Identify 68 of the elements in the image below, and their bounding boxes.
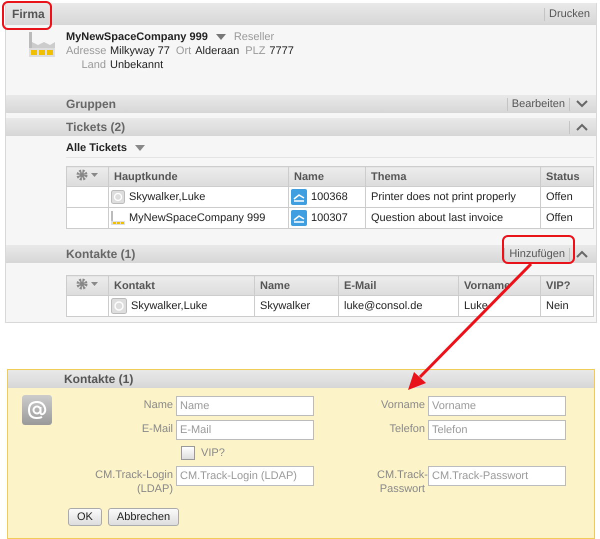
field-label: PLZ — [245, 44, 266, 58]
column-header[interactable]: Name — [288, 166, 366, 186]
field-value: 7777 — [269, 44, 294, 58]
company-name: MyNewSpaceCompany 999 — [66, 30, 208, 44]
expand-icon[interactable] — [576, 100, 588, 108]
field-label: CM.Track-Passwort — [376, 468, 425, 496]
table-cell: Skywalker — [254, 296, 338, 316]
field-value: Unbekannt — [110, 58, 164, 72]
contact-icon — [111, 298, 127, 314]
checkbox-label: VIP? — [201, 446, 225, 460]
at-sign-icon — [22, 395, 52, 425]
highlight-frame — [2, 1, 52, 30]
cancel-button[interactable]: Abbrechen — [108, 508, 180, 526]
input-field[interactable]: CM.Track-Login (LDAP) — [176, 466, 314, 486]
caret-icon[interactable] — [134, 145, 145, 151]
edit-link[interactable]: Bearbeiten — [512, 98, 565, 110]
settings-icon[interactable] — [76, 278, 100, 290]
factory-icon — [28, 32, 56, 58]
column-header[interactable]: Kontakt — [108, 276, 254, 296]
field-label: Telefon — [388, 422, 425, 436]
table-cell: Offen — [540, 186, 594, 208]
field-label: Adresse — [66, 44, 106, 58]
table-cell: Offen — [540, 208, 594, 228]
field-value: Alderaan — [195, 44, 240, 58]
company-type: Reseller — [234, 30, 274, 44]
print-link[interactable]: Drucken — [549, 8, 590, 20]
field-label: CM.Track-Login (LDAP) — [94, 468, 173, 496]
section-title: Firma — [12, 7, 45, 21]
field-label: Vorname — [380, 398, 425, 412]
section-title: Kontakte (1) — [64, 372, 134, 386]
column-header[interactable]: VIP? — [540, 276, 594, 296]
column-header[interactable]: Hauptkunde — [108, 166, 288, 186]
ticket-icon — [291, 210, 307, 226]
collapse-icon[interactable] — [576, 250, 588, 258]
input-field[interactable]: E-Mail — [176, 420, 314, 440]
column-header[interactable]: E-Mail — [338, 276, 458, 296]
field-label: Ort — [176, 44, 192, 58]
settings-icon[interactable] — [76, 169, 100, 181]
field-value: Milkyway 77 — [110, 44, 170, 58]
column-header[interactable]: Status — [540, 166, 594, 186]
table-cell: Luke — [458, 296, 540, 316]
field-label: Name — [142, 398, 173, 412]
table-cell: Question about last invoice — [366, 208, 540, 228]
column-header[interactable]: Name — [254, 276, 338, 296]
field-label: Land — [80, 58, 106, 72]
table-cell: Printer does not print properly — [366, 186, 540, 208]
input-field[interactable]: Vorname — [428, 396, 566, 416]
column-header[interactable]: Thema — [366, 166, 540, 186]
contact-icon — [111, 190, 125, 204]
section-title: Kontakte (1) — [66, 247, 136, 261]
customer-name: MyNewSpaceCompany 999 — [129, 212, 266, 224]
ok-button[interactable]: OK — [68, 508, 102, 526]
add-link[interactable]: Hinzufügen — [509, 248, 565, 260]
field-label: E-Mail — [140, 422, 173, 436]
caret-icon[interactable] — [216, 34, 226, 40]
section-title: Gruppen — [66, 97, 116, 111]
input-field[interactable]: Name — [176, 396, 314, 416]
input-field[interactable]: Telefon — [428, 420, 566, 440]
filter-dropdown[interactable]: Alle Tickets — [66, 142, 127, 154]
ticket-icon — [291, 189, 307, 205]
factory-icon — [111, 211, 125, 225]
input-field[interactable]: CM.Track-Passwort — [428, 466, 566, 486]
collapse-icon[interactable] — [576, 123, 588, 131]
table-cell: luke@consol.de — [338, 296, 458, 316]
section-title: Tickets (2) — [66, 120, 126, 134]
checkbox[interactable] — [181, 446, 195, 460]
customer-name: Skywalker,Luke — [129, 191, 206, 203]
table-cell: Nein — [540, 296, 594, 316]
